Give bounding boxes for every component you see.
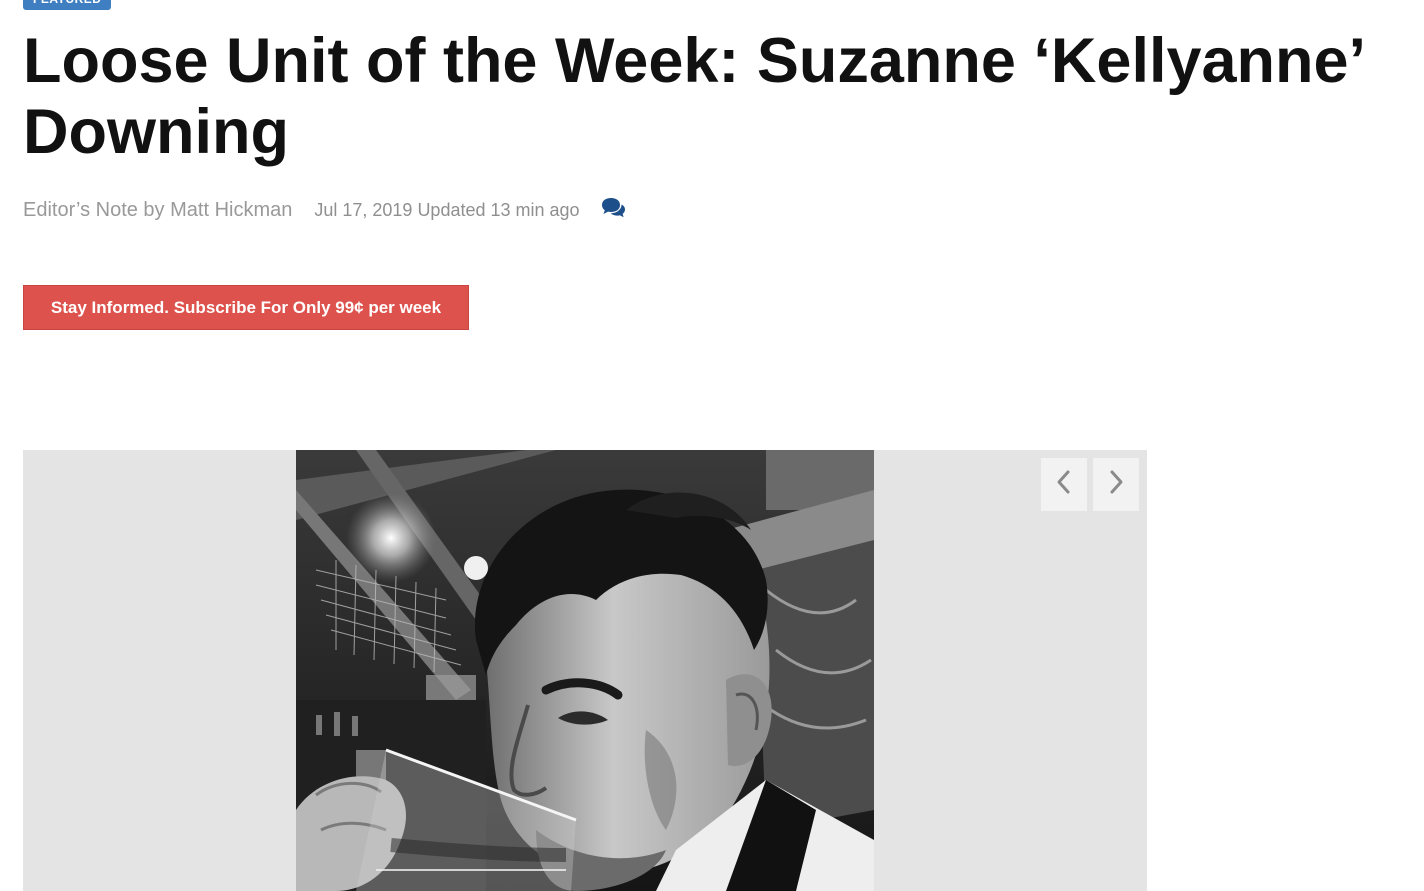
byline-author[interactable]: Editor’s Note by Matt Hickman [23,199,292,222]
photo-gallery [23,450,1147,891]
article-page: FEATURED Loose Unit of the Week: Suzanne… [0,0,1424,891]
comments-icon[interactable] [600,197,626,224]
chevron-right-icon [1107,469,1125,500]
article-headline: Loose Unit of the Week: Suzanne ‘Kellyan… [23,26,1363,167]
publish-date: Jul 17, 2019 Updated 13 min ago [314,199,580,220]
subscribe-button[interactable]: Stay Informed. Subscribe For Only 99¢ pe… [23,285,469,330]
chevron-left-icon [1055,469,1073,500]
gallery-prev-button[interactable] [1041,458,1087,511]
section-badge[interactable]: FEATURED [23,0,112,10]
article-byline: Editor’s Note by Matt Hickman Jul 17, 20… [23,197,626,223]
gallery-next-button[interactable] [1093,458,1139,511]
comments-link[interactable] [600,197,626,224]
gallery-photo[interactable] [296,450,874,891]
